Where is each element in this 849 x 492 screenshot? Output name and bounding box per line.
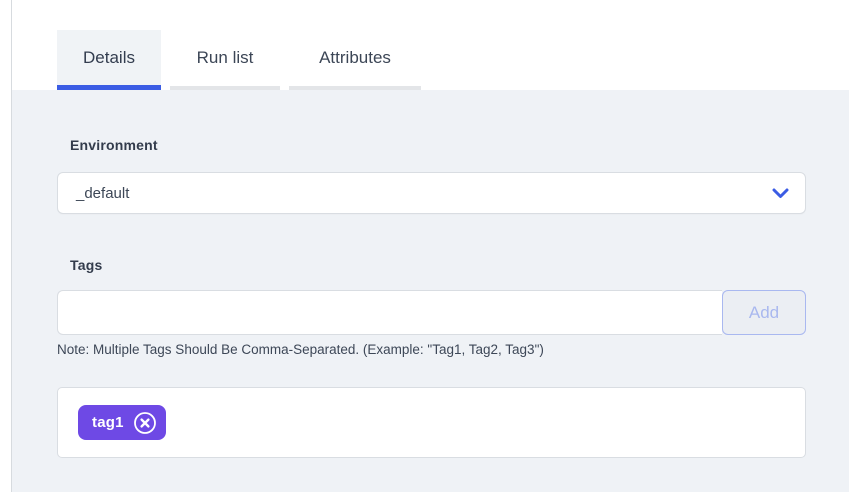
tab-run-list-label: Run list <box>197 48 254 68</box>
details-panel: Environment _default Tags Add Note: Mult… <box>12 90 849 492</box>
environment-select[interactable]: _default <box>57 172 806 214</box>
tab-attributes-label: Attributes <box>319 48 391 68</box>
tab-details-label: Details <box>83 48 135 68</box>
tags-input[interactable] <box>57 290 722 335</box>
tab-details[interactable]: Details <box>57 30 161 90</box>
add-tag-button[interactable]: Add <box>722 290 806 335</box>
tags-chip-container: tag1 <box>57 387 806 458</box>
environment-label: Environment <box>70 137 158 153</box>
tags-label: Tags <box>70 257 102 273</box>
tab-attributes[interactable]: Attributes <box>289 30 421 90</box>
tags-note: Note: Multiple Tags Should Be Comma-Sepa… <box>57 342 544 357</box>
left-panel-divider <box>11 0 12 492</box>
tabs-header: Details Run list Attributes <box>57 30 421 90</box>
tag-chip: tag1 <box>78 405 166 440</box>
tag-chip-label: tag1 <box>92 414 124 431</box>
environment-selected-value: _default <box>76 185 772 202</box>
chevron-down-icon <box>772 188 789 199</box>
tab-run-list[interactable]: Run list <box>170 30 280 90</box>
tags-input-group: Add <box>57 290 806 335</box>
remove-tag-icon[interactable] <box>133 411 157 435</box>
